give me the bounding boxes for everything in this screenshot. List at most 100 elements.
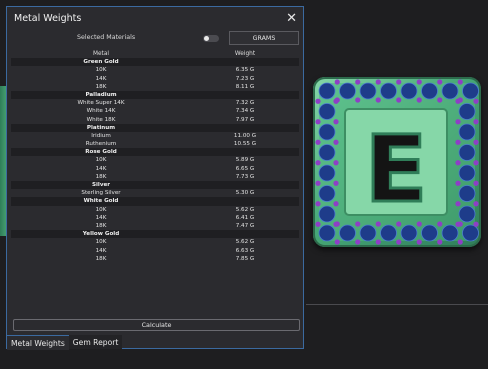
material-group-name: White Gold [83,198,119,205]
weight-cell: 5.62 G [235,239,255,246]
metal-cell: White 14K [86,108,116,115]
unit-grams-button[interactable]: GRAMS [229,31,299,45]
sapphire-gem [318,224,336,242]
ring-model-e-letter[interactable]: E [313,77,481,247]
amethyst-accent [416,97,422,103]
sapphire-gem [318,185,336,202]
weight-cell: 5.89 G [235,157,255,164]
table-row: Sterling Silver 5.30 G [11,189,299,197]
amethyst-accent [437,221,443,227]
weight-cell: 6.35 G [235,67,255,74]
material-group-row: Palladium [11,90,299,100]
amethyst-accent [437,97,443,103]
weight-cell: 6.65 G [235,165,255,172]
selected-materials-label: Selected Materials [77,34,136,41]
selected-materials-toggle[interactable] [203,35,219,42]
table-row: 10K 5.62 G [11,238,299,246]
toggle-knob [204,36,209,41]
amethyst-accent [315,221,321,227]
table-body: Green Gold 10K 6.35 G 14K 7.23 G 18K 8.11 G Pal… [11,58,299,263]
metal-cell: 10K [95,239,107,246]
weight-cell: 10.55 G [233,141,257,148]
material-group-name: Rose Gold [85,149,117,156]
amethyst-accent [375,239,381,245]
table-row: Ruthenium 10.55 G [11,140,299,148]
calculate-button[interactable]: Calculate [13,319,300,331]
ring-letter: E [365,116,428,223]
sapphire-gem [318,144,336,161]
sapphire-gem [400,82,418,100]
amethyst-accent [334,239,340,245]
weight-cell: 11.00 G [233,132,257,139]
table-row: 14K 6.65 G [11,165,299,173]
amethyst-accent [396,239,402,245]
sapphire-gem [339,224,356,242]
metal-cell: Ruthenium [85,141,117,148]
metal-column-header: Metal [92,51,109,57]
sapphire-gem [458,123,476,141]
amethyst-accent [457,79,463,85]
material-group-spacer [191,181,299,189]
amethyst-accent [333,201,339,207]
amethyst-accent [457,97,463,103]
table-row: 18K 7.47 G [11,222,299,230]
tab-metal-weights[interactable]: Metal Weights [7,335,69,350]
sapphire-gem [458,164,476,182]
metal-cell: 18K [95,83,107,90]
amethyst-accent [375,79,381,85]
sapphire-gem [318,205,336,223]
sapphire-gem [441,224,459,242]
tab-strip: Metal Weights Gem Report [7,335,303,350]
amethyst-accent [315,180,321,186]
metal-weights-table: Metal Weight Green Gold 10K 6.35 G 14K 7.23 … [11,50,299,263]
metal-cell: Iridium [91,132,111,139]
amethyst-accent [334,79,340,85]
table-row: 18K 8.11 G [11,83,299,91]
viewport-guide-line [306,304,488,305]
amethyst-accent [416,79,422,85]
sapphire-gem [458,185,476,202]
table-row: White 18K 7.97 G [11,116,299,124]
weight-cell: 7.73 G [235,173,255,180]
metal-cell: 10K [95,157,107,164]
metal-cell: 14K [95,75,107,82]
panel-title: Metal Weights [14,12,82,24]
amethyst-accent [333,160,339,166]
sapphire-gem [421,224,438,242]
weight-cell: 7.97 G [235,116,255,123]
material-group-name: Palladium [85,91,117,98]
sapphire-gem [318,164,336,182]
amethyst-accent [473,201,479,207]
close-icon[interactable]: ✕ [286,12,297,25]
sapphire-gem [339,82,356,100]
material-group-spacer [191,197,299,205]
metal-cell: 14K [95,247,107,254]
sapphire-gem [318,103,336,120]
material-group-row: Green Gold [11,58,299,67]
amethyst-accent [473,139,479,145]
metal-weights-panel: Metal Weights ✕ Selected Materials GRAMS… [6,6,304,350]
material-group-row: Platinum [11,123,299,132]
material-group-spacer [191,230,299,238]
sapphire-gem [458,103,476,120]
amethyst-accent [416,239,422,245]
material-group-spacer [191,124,299,132]
amethyst-accent [455,119,461,125]
table-row: 10K 6.35 G [11,66,299,74]
sapphire-gem [318,82,336,100]
amethyst-accent [455,180,461,186]
sapphire-gem [400,224,418,242]
metal-cell: Sterling Silver [81,190,121,197]
metal-cell: 14K [95,165,107,172]
tab-gem-report[interactable]: Gem Report [68,335,123,349]
table-row: White 14K 7.34 G [11,107,299,115]
amethyst-accent [333,221,339,227]
weight-cell: 6.63 G [235,247,255,254]
amethyst-accent [396,79,402,85]
amethyst-accent [315,139,321,145]
amethyst-accent [455,221,461,227]
amethyst-accent [355,79,361,85]
metal-cell: 14K [95,214,107,221]
amethyst-accent [455,139,461,145]
table-row: 14K 6.41 G [11,214,299,222]
